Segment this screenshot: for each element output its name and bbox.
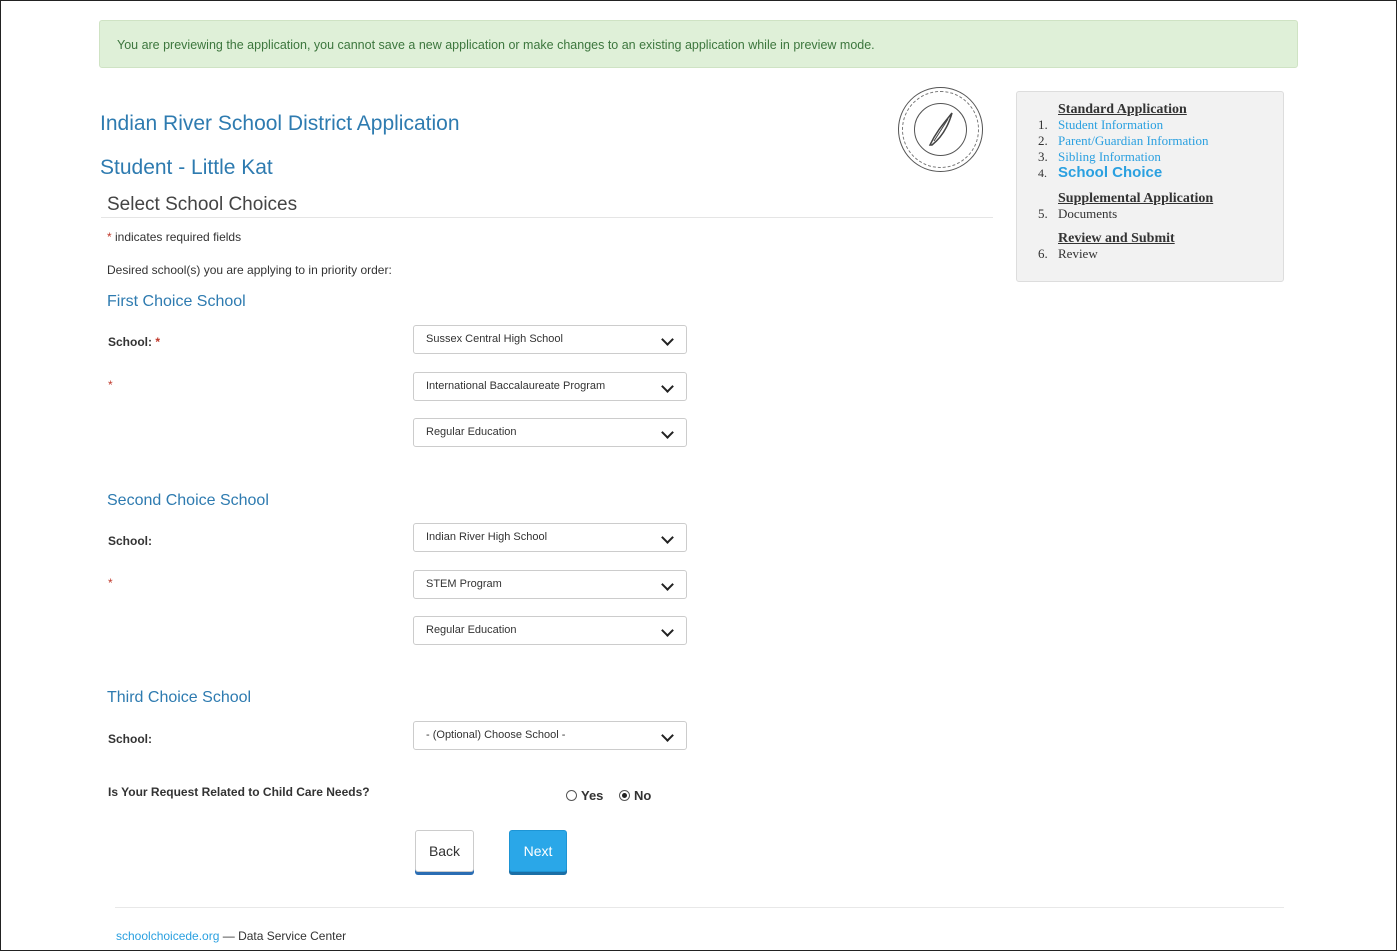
step-number: 5. [1038,206,1048,221]
sidebar-item-documents: 5. Documents [1038,207,1117,221]
footer-link[interactable]: schoolchoicede.org [116,929,219,943]
sidebar-item-school-choice[interactable]: 4. School Choice [1038,164,1163,181]
child-care-yes-label[interactable]: Yes [581,788,603,803]
first-education-select[interactable]: Regular Education [413,418,687,447]
child-care-question: Is Your Request Related to Child Care Ne… [108,785,370,799]
second-school-value: Indian River High School [426,531,548,543]
step-label: School Choice [1058,164,1163,181]
step-label: Parent/Guardian Information [1058,133,1209,148]
step-label: Student Information [1058,117,1164,132]
step-label: Sibling Information [1058,149,1161,164]
chevron-down-icon [661,380,674,393]
section-divider [101,217,993,218]
required-note-text: indicates required fields [111,230,242,244]
child-care-no-label[interactable]: No [634,788,651,803]
first-program-required-star: * [108,378,113,392]
supplemental-application-heading: Supplemental Application [1058,191,1214,206]
first-school-value: Sussex Central High School [426,333,563,345]
footer-divider [115,907,1284,908]
child-care-yes-radio[interactable] [566,790,577,801]
chevron-down-icon [661,578,674,591]
second-school-label: School: [108,534,152,548]
next-button[interactable]: Next [509,830,567,872]
sidebar-item-sibling-information[interactable]: 3. Sibling Information [1038,150,1161,164]
first-school-label-text: School: [108,335,152,349]
footer-text: — Data Service Center [219,929,347,943]
second-school-select[interactable]: Indian River High School [413,523,687,552]
step-number: 3. [1038,149,1048,164]
required-fields-note: * indicates required fields [107,230,241,244]
step-label: Documents [1058,206,1118,221]
step-number: 6. [1038,246,1048,261]
second-program-select[interactable]: STEM Program [413,570,687,599]
first-school-label: School: * [108,335,160,349]
first-program-select[interactable]: International Baccalaureate Program [413,372,687,401]
first-school-select[interactable]: Sussex Central High School [413,325,687,354]
sidebar-item-review: 6. Review [1038,247,1098,261]
child-care-radio-group: Yes No [566,788,663,803]
second-choice-heading: Second Choice School [107,492,269,509]
first-education-value: Regular Education [426,426,517,438]
section-title: Select School Choices [107,194,298,215]
second-education-select[interactable]: Regular Education [413,616,687,645]
school-district-seal-icon [898,87,983,172]
chevron-down-icon [661,531,674,544]
chevron-down-icon [661,426,674,439]
step-number: 4. [1038,166,1047,180]
child-care-no-radio[interactable] [619,790,631,801]
third-school-label: School: [108,732,152,746]
preview-mode-alert: You are previewing the application, you … [99,20,1298,68]
sidebar-item-student-information[interactable]: 1. Student Information [1038,118,1163,132]
second-education-value: Regular Education [426,624,517,636]
application-steps-sidebar: Standard Application 1. Student Informati… [1016,91,1284,282]
first-program-value: International Baccalaureate Program [426,380,606,392]
application-title: Indian River School District Application [100,112,460,135]
student-name-heading: Student - Little Kat [100,156,273,179]
step-number: 2. [1038,133,1048,148]
chevron-down-icon [661,624,674,637]
first-school-required-star: * [155,335,161,349]
chevron-down-icon [661,729,674,742]
third-choice-heading: Third Choice School [107,689,252,706]
standard-application-heading: Standard Application [1058,102,1187,117]
seal-quill-icon [928,112,953,146]
back-button[interactable]: Back [415,830,474,872]
first-choice-heading: First Choice School [107,293,246,310]
third-school-select[interactable]: - (Optional) Choose School - [413,721,687,750]
step-label: Review [1058,246,1098,261]
review-and-submit-heading: Review and Submit [1058,231,1175,246]
sidebar-item-parent-guardian-information[interactable]: 2. Parent/Guardian Information [1038,134,1209,148]
desired-schools-instruction: Desired school(s) you are applying to in… [107,263,392,277]
third-school-value: - (Optional) Choose School - [426,729,566,741]
chevron-down-icon [661,333,674,346]
second-program-value: STEM Program [426,578,502,590]
second-program-required-star: * [108,576,113,590]
footer: schoolchoicede.org — Data Service Center [116,929,346,943]
step-number: 1. [1038,117,1048,132]
